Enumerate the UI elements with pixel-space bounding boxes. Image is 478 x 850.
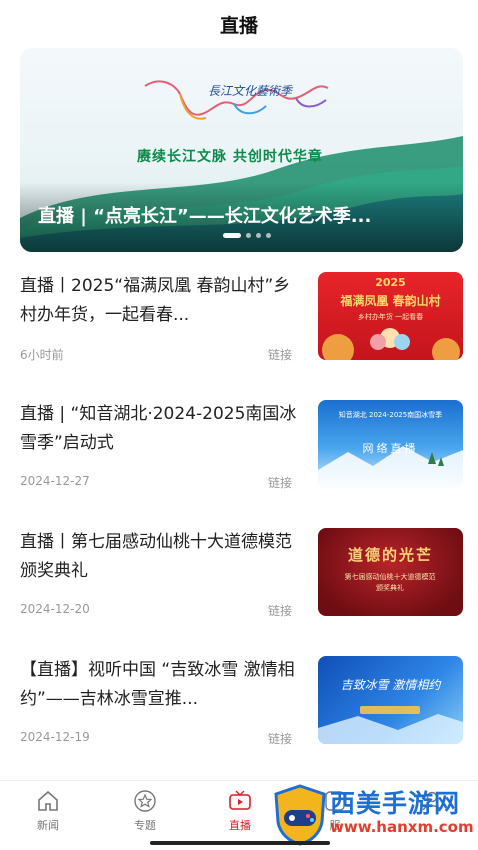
news-time: 2024-12-27	[20, 474, 90, 488]
top-bar: 直播	[0, 0, 478, 48]
news-title: 直播 | “知音湖北·2024-2025南国冰雪季”启动式	[20, 404, 297, 453]
thumb-headline: 知音湖北 2024-2025南国冰雪季	[338, 411, 443, 419]
banner-carousel[interactable]: 長江文化藝術季 赓续长江文脉 共创时代华章 直播 | “点亮长江”——长江文化艺…	[20, 48, 463, 252]
ice-art	[318, 706, 463, 744]
news-thumbnail: 道德的光芒 第七届感动仙桃十大道德模范 颁奖典礼	[318, 528, 463, 616]
watermark-title: 西美手游网	[330, 789, 461, 818]
news-thumbnail: 2025 福满凤凰 春韵山村 乡村办年货 一起看春	[318, 272, 463, 360]
news-title: 【直播】视听中国 “吉致冰雪 激情相约”——吉林冰雪宣推...	[20, 660, 295, 709]
banner-logo: 長江文化藝術季	[208, 84, 293, 98]
carousel-dot[interactable]	[246, 233, 251, 238]
watermark-url: www.hanxm.com	[330, 818, 474, 836]
home-indicator	[150, 841, 330, 845]
tab-label: 直播	[229, 819, 251, 832]
news-time: 6小时前	[20, 348, 64, 362]
list-item[interactable]: 直播丨2025“福满凤凰 春韵山村”乡村办年货，一起看春... 6小时前 链接 …	[20, 258, 463, 386]
tab-news[interactable]: 新闻	[18, 789, 78, 839]
news-time: 2024-12-20	[20, 602, 90, 616]
news-title: 直播丨2025“福满凤凰 春韵山村”乡村办年货，一起看春...	[20, 276, 291, 325]
thumb-headline: 福满凤凰 春韵山村	[340, 294, 441, 308]
tab-label: 新闻	[37, 819, 59, 832]
news-thumbnail: 吉致冰雪 激情相约	[318, 656, 463, 744]
carousel-dot[interactable]	[223, 233, 241, 238]
thumb-subtitle: 乡村办年货 一起看春	[357, 313, 424, 321]
carousel-indicator[interactable]	[223, 233, 271, 238]
page-title: 直播	[219, 14, 258, 37]
banner-slogan: 赓续长江文脉 共创时代华章	[137, 149, 323, 165]
list-item[interactable]: 【直播】视听中国 “吉致冰雪 激情相约”——吉林冰雪宣推... 2024-12-…	[20, 642, 463, 770]
news-thumbnail: 知音湖北 2024-2025南国冰雪季 网络直播	[318, 400, 463, 488]
banner-caption: 直播 | “点亮长江”——长江文化艺术季...	[38, 206, 372, 227]
site-watermark: 西美手游网 www.hanxm.com	[268, 780, 478, 850]
tab-topics[interactable]: 专题	[115, 789, 175, 839]
thumb-year: 2025	[375, 276, 406, 289]
link-tag: 链接	[268, 348, 293, 362]
list-item[interactable]: 直播 | “知音湖北·2024-2025南国冰雪季”启动式 2024-12-27…	[20, 386, 463, 514]
link-tag: 链接	[268, 476, 293, 490]
thumb-headline: 道德的光芒	[347, 546, 433, 564]
thumb-subtitle: 第七届感动仙桃十大道德模范 颁奖典礼	[344, 573, 436, 592]
live-tv-icon	[229, 790, 251, 810]
news-time: 2024-12-19	[20, 730, 90, 744]
carousel-dot[interactable]	[256, 233, 261, 238]
tab-live[interactable]: 直播	[210, 789, 270, 839]
gamepad-shield-icon	[274, 784, 326, 846]
link-tag: 链接	[268, 732, 293, 746]
carousel-dot[interactable]	[266, 233, 271, 238]
tab-label: 专题	[134, 819, 156, 832]
thumb-subtitle: 网络直播	[362, 442, 419, 455]
home-icon	[38, 790, 58, 811]
thumb-headline: 吉致冰雪 激情相约	[340, 678, 441, 692]
link-tag: 链接	[268, 604, 293, 618]
star-icon	[134, 790, 156, 812]
list-item[interactable]: 直播丨第七届感动仙桃十大道德模范颁奖典礼 2024-12-20 链接 道德的光芒…	[20, 514, 463, 642]
news-title: 直播丨第七届感动仙桃十大道德模范颁奖典礼	[20, 532, 292, 581]
